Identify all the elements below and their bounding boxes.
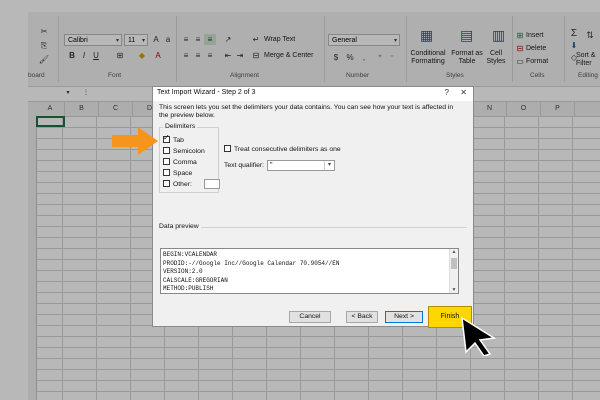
annotation-arrow-icon	[112, 127, 158, 155]
scroll-up-icon[interactable]: ▲	[450, 249, 458, 255]
space-checkbox[interactable]	[163, 169, 170, 176]
chevron-down-icon[interactable]: ▾	[324, 161, 334, 170]
comma-checkbox[interactable]	[163, 158, 170, 165]
dialog-title: Text Import Wizard - Step 2 of 3	[157, 89, 256, 96]
preview-line: PRODID:-//Google Inc//Google Calendar 70…	[163, 259, 340, 267]
delimiters-legend: Delimiters	[163, 123, 198, 130]
space-label: Space	[173, 170, 193, 177]
data-preview-label: Data preview	[159, 223, 199, 230]
delimiter-comma[interactable]: Comma	[163, 158, 197, 167]
other-delimiter-input[interactable]	[204, 179, 220, 189]
text-qualifier-select[interactable]: " ▾	[267, 160, 335, 171]
dialog-description: This screen lets you set the delimiters …	[159, 104, 454, 119]
other-checkbox[interactable]	[163, 180, 170, 187]
data-preview-box[interactable]: BEGIN:VCALENDAR PRODID:-//Google Inc//Go…	[160, 248, 459, 294]
scroll-down-icon[interactable]: ▼	[450, 287, 458, 293]
delimiters-group: Delimiters Tab Semicolon Comma Space Oth…	[159, 123, 220, 193]
text-qualifier-label: Text qualifier:	[224, 162, 265, 169]
other-label: Other:	[173, 181, 192, 188]
back-button[interactable]: < Back	[346, 311, 378, 323]
preview-lines: BEGIN:VCALENDAR PRODID:-//Google Inc//Go…	[163, 251, 453, 294]
cancel-button[interactable]: Cancel	[289, 311, 331, 323]
help-button[interactable]: ?	[445, 88, 449, 97]
next-button[interactable]: Next >	[385, 311, 423, 323]
close-button[interactable]: ✕	[460, 88, 467, 97]
semicolon-checkbox[interactable]	[163, 147, 170, 154]
dialog-title-bar[interactable]: Text Import Wizard - Step 2 of 3 ? ✕	[153, 87, 473, 101]
preview-line: CALSCALE:GREGORIAN	[163, 276, 228, 284]
treat-consecutive-option[interactable]: Treat consecutive delimiters as one	[224, 145, 341, 154]
divider	[201, 227, 467, 228]
preview-line: VERSION:2.0	[163, 268, 203, 276]
delimiter-tab[interactable]: Tab	[163, 133, 184, 145]
mouse-cursor-icon	[461, 316, 496, 356]
delimiter-semicolon[interactable]: Semicolon	[163, 147, 205, 156]
treat-consecutive-label: Treat consecutive delimiters as one	[234, 146, 341, 153]
delimiter-other[interactable]: Other:	[163, 180, 192, 189]
text-import-wizard-dialog: Text Import Wizard - Step 2 of 3 ? ✕ Thi…	[152, 86, 474, 327]
delimiter-space[interactable]: Space	[163, 169, 192, 178]
preview-line: METHOD:PUBLISH	[163, 285, 214, 293]
text-qualifier-value: "	[270, 162, 273, 169]
tab-label: Tab	[173, 137, 184, 144]
scroll-thumb[interactable]	[451, 258, 457, 269]
semicolon-label: Semicolon	[173, 148, 205, 155]
vertical-scrollbar[interactable]: ▲ ▼	[449, 249, 458, 293]
treat-consecutive-checkbox[interactable]	[224, 145, 231, 152]
comma-label: Comma	[173, 159, 197, 166]
tab-checkbox[interactable]	[163, 133, 170, 143]
preview-line: BEGIN:VCALENDAR	[163, 251, 218, 258]
